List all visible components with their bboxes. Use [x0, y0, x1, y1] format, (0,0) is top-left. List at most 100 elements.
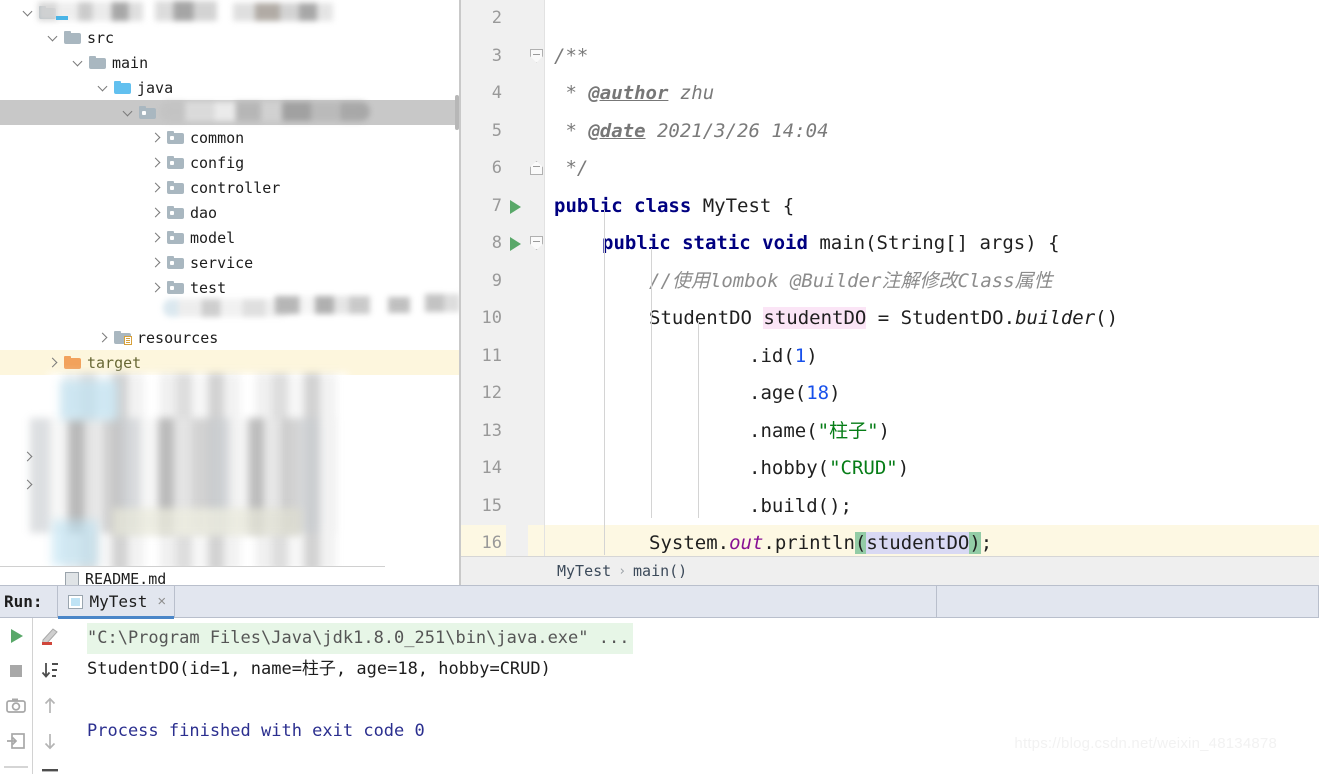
print-icon[interactable] — [40, 766, 60, 774]
fold-slot — [528, 187, 544, 225]
run-configuration-icon — [67, 594, 83, 609]
indent-guide — [544, 0, 545, 556]
chevron-down-icon[interactable] — [47, 31, 61, 45]
chevron-right-icon[interactable] — [22, 450, 36, 464]
sort-icon[interactable] — [40, 661, 60, 681]
close-icon[interactable]: × — [157, 594, 166, 609]
fold-slot — [528, 487, 544, 525]
tree-item-label: service — [190, 253, 254, 272]
code-text: .name("柱子") — [544, 413, 1319, 451]
chevron-right-icon[interactable] — [47, 356, 61, 370]
code-token-string: "CRUD" — [829, 457, 898, 479]
code-text: * @date 2021/3/26 14:04 — [544, 113, 1319, 151]
fold-slot[interactable] — [528, 37, 544, 75]
chevron-down-icon[interactable] — [72, 56, 86, 70]
code-token-plain: ; — [980, 532, 993, 554]
fold-slot — [528, 412, 544, 450]
gutter-run-slot — [506, 0, 528, 38]
code-token-comment: 2021/3/26 14:04 — [645, 119, 829, 142]
fold-slot[interactable] — [528, 225, 544, 263]
code-text: StudentDO studentDO = StudentDO.builder(… — [544, 300, 1319, 338]
chevron-right-icon[interactable] — [22, 478, 36, 492]
redacted-text — [388, 297, 410, 313]
tree-row-common[interactable]: common — [0, 125, 459, 150]
code-line: 7 public class MyTest { — [461, 187, 1319, 225]
code-token-plain: ) — [829, 382, 841, 404]
chevron-right-icon[interactable] — [150, 206, 164, 220]
code-token-number: 18 — [806, 382, 830, 404]
tree-row-src[interactable]: src — [0, 25, 459, 50]
camera-icon[interactable] — [6, 696, 26, 716]
line-number: 11 — [461, 337, 506, 375]
chevron-right-icon[interactable] — [150, 231, 164, 245]
package-icon — [167, 256, 184, 269]
tree-row-dao[interactable]: dao — [0, 200, 459, 225]
tree-row-controller[interactable]: controller — [0, 175, 459, 200]
package-icon — [167, 156, 184, 169]
soft-wrap-icon[interactable] — [40, 626, 60, 646]
chevron-right-icon[interactable] — [150, 156, 164, 170]
run-panel-title: Run: — [4, 592, 43, 611]
chevron-right-icon[interactable] — [150, 281, 164, 295]
run-method-icon — [510, 237, 521, 251]
gutter-run-slot — [506, 412, 528, 450]
breadcrumb[interactable]: MyTest › main() — [461, 556, 1319, 585]
tree-item-label: target — [87, 353, 142, 372]
chevron-down-icon[interactable] — [122, 106, 136, 120]
code-token-method: .age( — [749, 382, 807, 404]
code-token-variable-selected: studentDO — [866, 532, 970, 554]
fold-slot — [528, 375, 544, 413]
gutter-run-method-button[interactable] — [506, 225, 528, 263]
tree-scrollbar[interactable] — [455, 95, 459, 130]
tree-row-service[interactable]: service — [0, 250, 459, 275]
code-line: 8 public static void main(String[] args)… — [461, 225, 1319, 263]
tree-row-readme[interactable]: README.md — [0, 566, 385, 585]
tree-row-resources[interactable]: resources — [0, 325, 459, 350]
fold-slot — [528, 262, 544, 300]
tree-row-model[interactable]: model — [0, 225, 459, 250]
code-content[interactable]: 2 3 /** 4 * @author zhu 5 * @date 2021/3… — [461, 0, 1319, 556]
run-toolbar-primary[interactable] — [0, 618, 33, 774]
chevron-right-icon[interactable] — [150, 181, 164, 195]
export-icon[interactable] — [6, 731, 26, 751]
stop-icon[interactable] — [6, 661, 26, 681]
code-token-type: StudentDO — [649, 307, 764, 329]
code-token-comment: zhu — [668, 82, 715, 104]
code-token-keyword: public static void — [602, 232, 820, 254]
resources-folder-icon — [114, 331, 132, 345]
tree-item-label: src — [87, 28, 115, 47]
project-tree-panel[interactable]: src main java common config controller d… — [0, 0, 460, 585]
chevron-right-icon[interactable] — [97, 331, 111, 345]
fold-slot[interactable] — [528, 150, 544, 188]
code-token-method: .id( — [749, 344, 795, 367]
code-text: */ — [544, 150, 1319, 188]
run-toolbar-secondary[interactable] — [33, 618, 67, 774]
chevron-right-icon[interactable] — [150, 256, 164, 270]
chevron-down-icon[interactable] — [97, 81, 111, 95]
down-arrow-icon[interactable] — [40, 731, 60, 751]
fold-slot — [528, 337, 544, 375]
redacted-accent — [56, 16, 68, 20]
package-icon — [167, 181, 184, 194]
code-editor[interactable]: 2 3 /** 4 * @author zhu 5 * @date 2021/3… — [461, 0, 1319, 556]
tree-row-config[interactable]: config — [0, 150, 459, 175]
up-arrow-icon[interactable] — [40, 696, 60, 716]
chevron-right-icon[interactable] — [150, 131, 164, 145]
redacted-text — [160, 102, 370, 121]
breadcrumb-method[interactable]: main() — [633, 562, 687, 580]
tree-row-target[interactable]: target — [0, 350, 459, 375]
tree-row-java[interactable]: java — [0, 75, 459, 100]
tree-item-label: resources — [137, 328, 219, 347]
tree-row-main[interactable]: main — [0, 50, 459, 75]
breadcrumb-class[interactable]: MyTest — [557, 562, 611, 580]
run-console-output[interactable]: "C:\Program Files\Java\jdk1.8.0_251\bin\… — [67, 618, 1319, 774]
code-token-static-method: builder — [1015, 307, 1096, 329]
code-token-comment: */ — [554, 157, 589, 179]
rerun-icon[interactable] — [6, 626, 26, 646]
tab-mytest[interactable]: MyTest × — [56, 585, 176, 619]
folder-icon — [64, 31, 81, 44]
chevron-down-icon[interactable] — [22, 6, 36, 20]
line-number: 8 — [461, 225, 506, 263]
run-tool-window[interactable]: Run: MyTest × "C:\Program Files\Java\jdk… — [0, 585, 1319, 774]
gutter-run-class-button[interactable] — [506, 187, 528, 225]
